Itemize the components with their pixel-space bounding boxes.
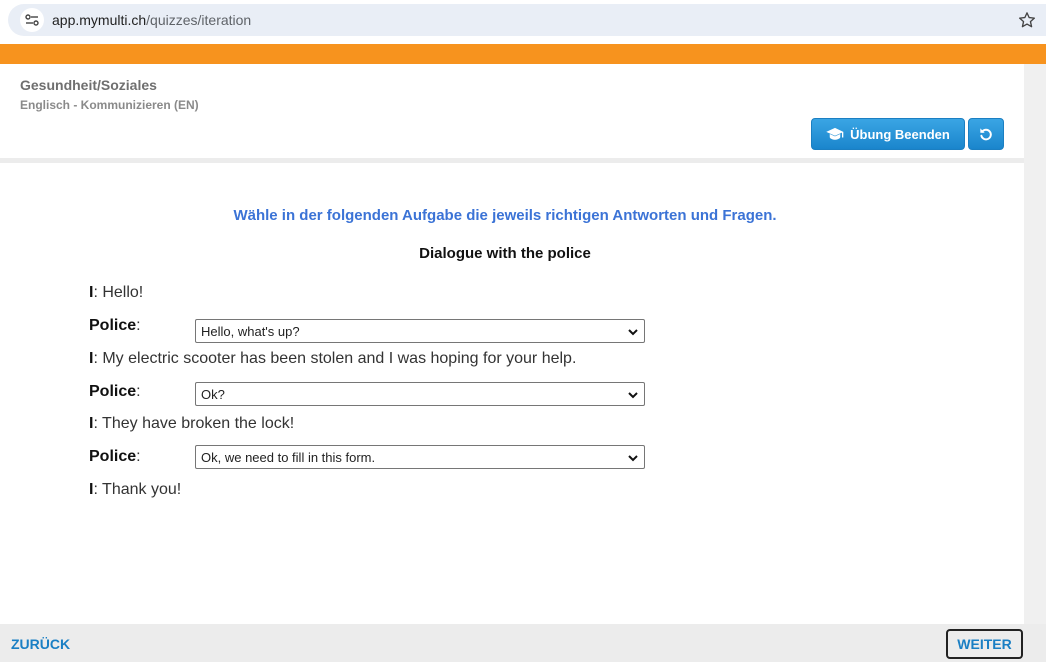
next-label: WEITER [957, 636, 1012, 652]
selected-answer: Hello, what's up? [201, 324, 300, 339]
dialogue-line-2: Police: [89, 317, 141, 335]
dialogue-line-4: Police: [89, 383, 141, 401]
speaker-label: Police [89, 317, 137, 334]
answer-select-1[interactable]: Hello, what's up? [195, 319, 645, 343]
task-instruction: Wähle in der folgenden Aufgabe die jewei… [233, 207, 777, 224]
line-text: : Thank you! [93, 481, 182, 498]
line-text: : My electric scooter has been stolen an… [93, 350, 577, 367]
page-edge [1024, 64, 1046, 624]
header-divider [0, 158, 1024, 163]
dialogue-line-1: I: Hello! [89, 284, 143, 302]
speaker-label: Police [89, 448, 137, 465]
course-subtitle: Englisch - Kommunizieren (EN) [20, 98, 199, 112]
reset-button[interactable] [968, 118, 1004, 150]
speaker-separator: : [136, 383, 141, 400]
browser-address-bar: app.mymulti.ch/quizzes/iteration [0, 0, 1046, 40]
end-exercise-label: Übung Beenden [850, 126, 950, 142]
url-text[interactable]: app.mymulti.ch/quizzes/iteration [52, 12, 251, 28]
dialogue-title: Dialogue with the police [419, 245, 591, 262]
answer-select-3[interactable]: Ok, we need to fill in this form. [195, 445, 645, 469]
answer-select-2[interactable]: Ok? [195, 382, 645, 406]
dialogue-line-5: I: They have broken the lock! [89, 415, 294, 433]
selected-answer: Ok? [201, 387, 225, 402]
dialogue-line-3: I: My electric scooter has been stolen a… [89, 350, 576, 368]
dialogue-line-6: Police: [89, 448, 141, 466]
back-button[interactable]: ZURÜCK [11, 636, 70, 652]
omnibox[interactable]: app.mymulti.ch/quizzes/iteration [8, 4, 1046, 36]
next-button[interactable]: WEITER [946, 629, 1023, 659]
speaker-separator: : [136, 317, 141, 334]
chevron-down-icon [628, 455, 638, 462]
end-exercise-button[interactable]: Übung Beenden [811, 118, 965, 150]
chevron-down-icon [628, 329, 638, 336]
speaker-label: Police [89, 383, 137, 400]
url-path: /quizzes/iteration [146, 12, 252, 28]
line-text: : They have broken the lock! [93, 415, 295, 432]
bookmark-star-icon[interactable] [1018, 11, 1036, 29]
url-host: app.mymulti.ch [52, 12, 147, 28]
speaker-separator: : [136, 448, 141, 465]
undo-icon [980, 128, 992, 141]
line-text: : Hello! [93, 284, 144, 301]
site-info-icon[interactable] [20, 8, 44, 32]
dialogue-line-7: I: Thank you! [89, 481, 181, 499]
quiz-footer: ZURÜCK WEITER [0, 624, 1046, 662]
graduation-cap-icon [826, 127, 844, 140]
chevron-down-icon [628, 392, 638, 399]
brand-stripe [0, 44, 1046, 64]
course-title: Gesundheit/Soziales [20, 77, 157, 93]
quiz-header: Gesundheit/Soziales Englisch - Kommunizi… [0, 64, 1024, 158]
selected-answer: Ok, we need to fill in this form. [201, 450, 376, 465]
